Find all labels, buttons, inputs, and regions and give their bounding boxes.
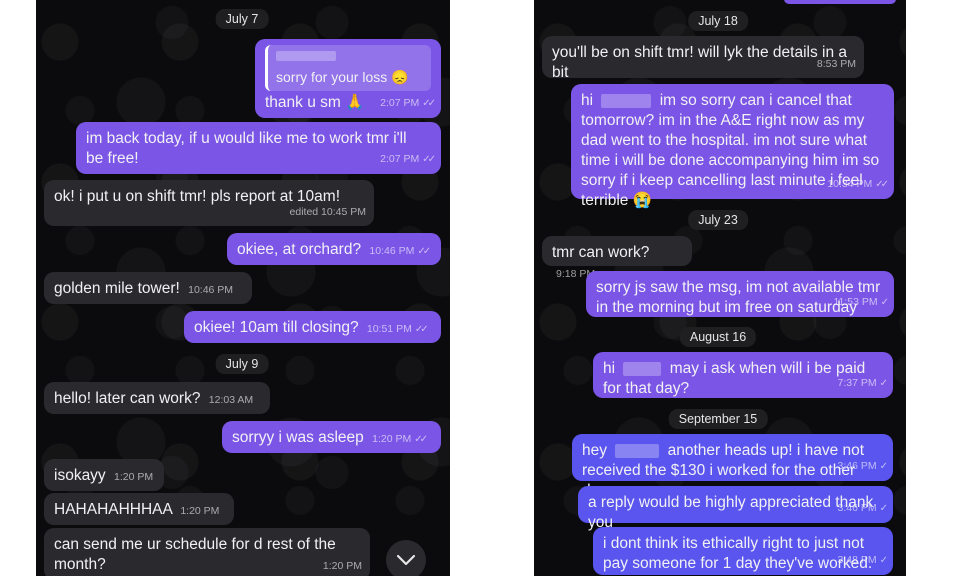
read-check-icon: ✓ (880, 297, 890, 308)
read-check-icon: ✓ (879, 461, 889, 472)
read-check-icon: ✓✓ (422, 154, 436, 165)
date-separator: July 7 (215, 9, 269, 29)
message-bubble[interactable]: you'll be on shift tmr! will lyk the det… (542, 36, 864, 81)
date-separator: September 15 (668, 409, 768, 429)
message-time: 10:46 PM (188, 284, 234, 296)
message-bubble[interactable]: hello! later can work? 12:03 AM (44, 382, 270, 414)
message-bubble-partial (784, 0, 896, 4)
message-bubble[interactable]: okiee, at orchard? 10:46 PM ✓✓ (227, 233, 441, 265)
reply-quote[interactable]: sorry for your loss 😞 (265, 45, 431, 91)
message-time: edited 10:45 PM (289, 206, 366, 218)
date-separator: July 9 (215, 354, 269, 374)
message-text: okiee, at orchard? (237, 241, 362, 258)
message-time: 12:03 AM (208, 394, 254, 406)
redacted-name (615, 443, 660, 458)
message-bubble[interactable]: sorry js saw the msg, im not available t… (586, 271, 894, 317)
read-check-icon: ✓✓ (414, 434, 428, 445)
message-time: 10:34 PM (827, 178, 873, 190)
date-separator: July 23 (688, 210, 748, 230)
message-time: 1:20 PM (372, 433, 412, 445)
message-time: 10:51 PM (366, 323, 412, 335)
message-bubble[interactable]: hi im so sorry can i cancel that tomorro… (571, 84, 894, 209)
message-time: 3:48 PM (837, 554, 877, 566)
scroll-down-button[interactable] (386, 540, 426, 576)
message-bubble[interactable]: tmr can work? 9:18 PM (542, 236, 692, 280)
message-text: can send me ur schedule for d rest of th… (54, 536, 336, 573)
message-time: 3:46 PM (837, 502, 877, 514)
read-check-icon: ✓✓ (875, 179, 889, 190)
message-bubble[interactable]: sorry for your loss 😞 thank u sm 🙏 2:07 … (255, 39, 441, 118)
chat-panel-right: July 18 you'll be on shift tmr! will lyk… (534, 0, 906, 576)
message-bubble[interactable]: can send me ur schedule for d rest of th… (44, 528, 370, 576)
message-bubble[interactable]: ok! i put u on shift tmr! pls report at … (44, 180, 374, 226)
message-text: thank u sm 🙏 (265, 94, 365, 111)
quote-text: sorry for your loss (276, 69, 388, 85)
message-text: hello! later can work? (54, 390, 201, 407)
message-time: 2:07 PM (380, 153, 420, 165)
read-check-icon: ✓ (879, 503, 889, 514)
message-bubble[interactable]: hi may i ask when will i be paid for tha… (593, 352, 893, 398)
message-text: hi (603, 360, 616, 377)
message-bubble[interactable]: golden mile tower! 10:46 PM (44, 272, 252, 304)
message-bubble[interactable]: HAHAHAHHHAA 1:20 PM (44, 493, 234, 525)
message-text: hey (582, 442, 607, 459)
message-bubble[interactable]: i dont think its ethically right to just… (593, 527, 893, 575)
message-time: 3:46 PM (837, 460, 877, 472)
message-text: isokayy (54, 467, 106, 484)
message-text: tmr can work? (552, 244, 650, 261)
message-text: okiee! 10am till closing? (194, 319, 359, 336)
message-time: 2:07 PM (380, 97, 420, 109)
message-text: HAHAHAHHHAA (54, 501, 172, 518)
read-check-icon: ✓✓ (422, 98, 436, 109)
message-text: golden mile tower! (54, 280, 180, 297)
message-time: 10:46 PM (369, 245, 415, 257)
read-check-icon: ✓✓ (414, 324, 429, 335)
message-text: hi (581, 92, 594, 109)
message-time: 1:20 PM (180, 505, 220, 517)
message-time: 11:53 PM (833, 296, 878, 308)
message-bubble[interactable]: okiee! 10am till closing? 10:51 PM ✓✓ (184, 311, 441, 343)
message-bubble[interactable]: hey another heads up! i have not receive… (572, 434, 893, 499)
redacted-name (276, 51, 336, 61)
date-separator: July 18 (688, 11, 748, 31)
message-text: im back today, if u would like me to wor… (86, 130, 407, 167)
redacted-name (601, 93, 652, 108)
read-check-icon: ✓ (879, 378, 889, 389)
message-text: sorryy i was asleep (232, 429, 364, 446)
quote-emoji: 😞 (391, 69, 409, 85)
message-bubble[interactable]: a reply would be highly appreciated than… (578, 486, 893, 531)
message-time: 1:20 PM (322, 560, 362, 572)
chat-panel-left: July 7 sorry for your loss 😞 thank u sm … (36, 0, 450, 576)
message-bubble[interactable]: sorryy i was asleep 1:20 PM ✓✓ (222, 421, 441, 453)
message-time: 8:53 PM (816, 58, 856, 70)
redacted-name (623, 361, 662, 376)
message-bubble[interactable]: im back today, if u would like me to wor… (76, 122, 441, 174)
message-text: you'll be on shift tmr! will lyk the det… (552, 44, 847, 81)
message-bubble[interactable]: isokayy 1:20 PM (44, 459, 164, 491)
date-separator: August 16 (679, 327, 757, 347)
message-time: 7:37 PM (837, 377, 877, 389)
read-check-icon: ✓✓ (417, 246, 431, 257)
read-check-icon: ✓ (879, 555, 889, 566)
message-text: a reply would be highly appreciated than… (588, 494, 874, 531)
chevron-down-icon (396, 554, 416, 566)
message-text: i dont think its ethically right to just… (603, 535, 873, 572)
message-time: 1:20 PM (114, 471, 154, 483)
